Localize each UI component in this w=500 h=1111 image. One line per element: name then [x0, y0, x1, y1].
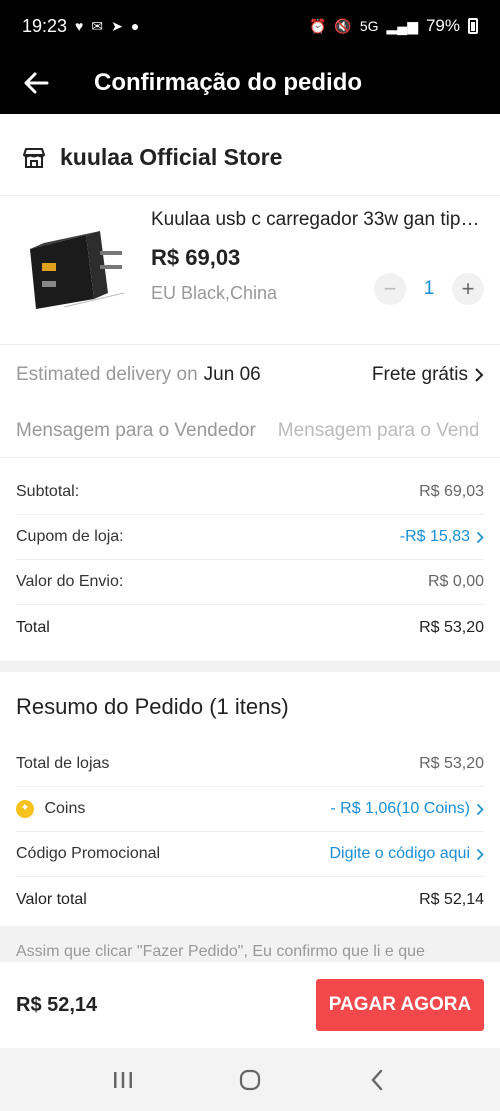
coins-value-wrap[interactable]: - R$ 1,06(10 Coins) [330, 800, 484, 818]
battery-text: 79% [425, 16, 460, 35]
product-item: Kuulaa usb c carregador 33w gan tipo c..… [0, 197, 500, 345]
chevron-right-icon [476, 803, 484, 815]
page-title: Confirmação do pedido [94, 69, 363, 96]
store-total-label: Total [16, 618, 50, 636]
store-icon [23, 147, 45, 168]
stores-total-row: Total de lojas R$ 53,20 [16, 742, 484, 787]
delivery-row[interactable]: Estimated delivery on Jun 06 Frete gráti… [0, 347, 500, 403]
promo-code-row[interactable]: Código Promocional Digite o código aqui [16, 832, 484, 877]
terms-disclaimer: Assim que clicar "Fazer Pedido", Eu conf… [0, 926, 500, 962]
promo-code-label: Código Promocional [16, 845, 161, 862]
quantity-stepper: − 1 + [374, 273, 484, 305]
subtotal-value: R$ 69,03 [419, 483, 484, 500]
grand-total-label: Valor total [16, 890, 87, 908]
grand-total-value: R$ 52,14 [419, 890, 484, 908]
seller-message-label: Mensagem para o Vendedor [16, 419, 256, 441]
coins-row[interactable]: Coins - R$ 1,06(10 Coins) [16, 787, 484, 832]
store-coupon-row[interactable]: Cupom de loja: -R$ 15,83 [16, 515, 484, 560]
telegram-icon: ➤ [111, 18, 123, 34]
increase-quantity-button[interactable]: + [452, 273, 484, 305]
product-title[interactable]: Kuulaa usb c carregador 33w gan tipo c..… [151, 209, 481, 231]
product-image[interactable] [16, 211, 132, 321]
minus-icon: − [383, 276, 397, 301]
pay-now-button[interactable]: PAGAR AGORA [316, 979, 484, 1031]
battery-icon [468, 18, 478, 34]
order-summary: Resumo do Pedido (1 itens) Total de loja… [0, 672, 500, 924]
store-name: kuulaa Official Store [60, 144, 283, 170]
recent-apps-icon [114, 1071, 133, 1088]
seller-message-input[interactable] [277, 419, 478, 442]
chevron-right-icon [475, 368, 484, 382]
promo-code-value: Digite o código aqui [329, 845, 470, 862]
checkout-total: R$ 52,14 [16, 993, 98, 1016]
decrease-quantity-button[interactable]: − [374, 273, 406, 305]
arrow-left-icon [24, 72, 49, 94]
shipping-text: Frete grátis [371, 364, 468, 385]
home-icon [239, 1069, 261, 1090]
coins-label: Coins [44, 800, 86, 818]
shipping-cost-row: Valor do Envio: R$ 0,00 [16, 560, 484, 605]
alarm-icon: ⏰ [308, 18, 327, 34]
stores-total-value: R$ 53,20 [419, 755, 484, 772]
store-total-row: Total R$ 53,20 [16, 605, 484, 650]
status-bar: 19:23 ♥ ✉ ➤ ● ⏰ 🔇 5G ▂▄▆ 79% [0, 0, 500, 52]
system-nav-bar [0, 1048, 500, 1111]
app-header: Confirmação do pedido [0, 52, 500, 114]
checkout-bar: R$ 52,14 PAGAR AGORA [0, 962, 500, 1048]
network-label: 5G [359, 18, 379, 34]
quantity-value: 1 [423, 278, 435, 299]
product-variant: EU Black,China [151, 283, 278, 303]
store-header[interactable]: kuulaa Official Store [0, 120, 500, 196]
store-coupon-value-wrap[interactable]: -R$ 15,83 [400, 528, 484, 546]
app-notification-icon: ✉ [91, 18, 104, 34]
dot-icon: ● [130, 18, 140, 34]
shipping-option[interactable]: Frete grátis [372, 364, 484, 386]
stores-total-label: Total de lojas [16, 755, 110, 772]
promo-code-value-wrap[interactable]: Digite o código aqui [329, 845, 484, 863]
home-button[interactable] [220, 1055, 280, 1105]
system-back-button[interactable] [347, 1055, 407, 1105]
order-summary-title: Resumo do Pedido (1 itens) [16, 694, 289, 719]
coins-value: - R$ 1,06(10 Coins) [330, 800, 470, 817]
chevron-right-icon [476, 531, 484, 543]
seller-message-row: Mensagem para o Vendedor [0, 404, 500, 458]
delivery-date: Jun 06 [203, 364, 261, 385]
mute-icon: 🔇 [334, 18, 352, 34]
store-coupon-value: -R$ 15,83 [399, 528, 470, 545]
plus-icon: + [461, 276, 475, 301]
store-total-value: R$ 53,20 [419, 618, 484, 636]
section-divider [0, 661, 500, 672]
subtotal-label: Subtotal: [16, 483, 80, 500]
signal-icon: ▂▄▆ [386, 18, 418, 34]
grand-total-row: Valor total R$ 52,14 [16, 877, 484, 922]
recent-apps-button[interactable] [93, 1055, 153, 1105]
shipping-cost-label: Valor do Envio: [16, 573, 124, 590]
shipping-cost-value: R$ 0,00 [427, 573, 484, 590]
coin-icon [16, 799, 34, 818]
back-button[interactable] [0, 52, 72, 114]
product-price: R$ 69,03 [151, 245, 241, 270]
heart-icon: ♥ [75, 18, 84, 34]
status-time: 19:23 [22, 15, 68, 36]
coins-label-wrap: Coins [16, 799, 86, 818]
store-coupon-label: Cupom de loja: [16, 528, 124, 545]
delivery-label: Estimated delivery on [16, 364, 198, 385]
store-summary: Subtotal: R$ 69,03 Cupom de loja: -R$ 15… [0, 470, 500, 650]
chevron-right-icon [476, 848, 484, 860]
chevron-left-icon [371, 1069, 382, 1090]
subtotal-row: Subtotal: R$ 69,03 [16, 470, 484, 515]
